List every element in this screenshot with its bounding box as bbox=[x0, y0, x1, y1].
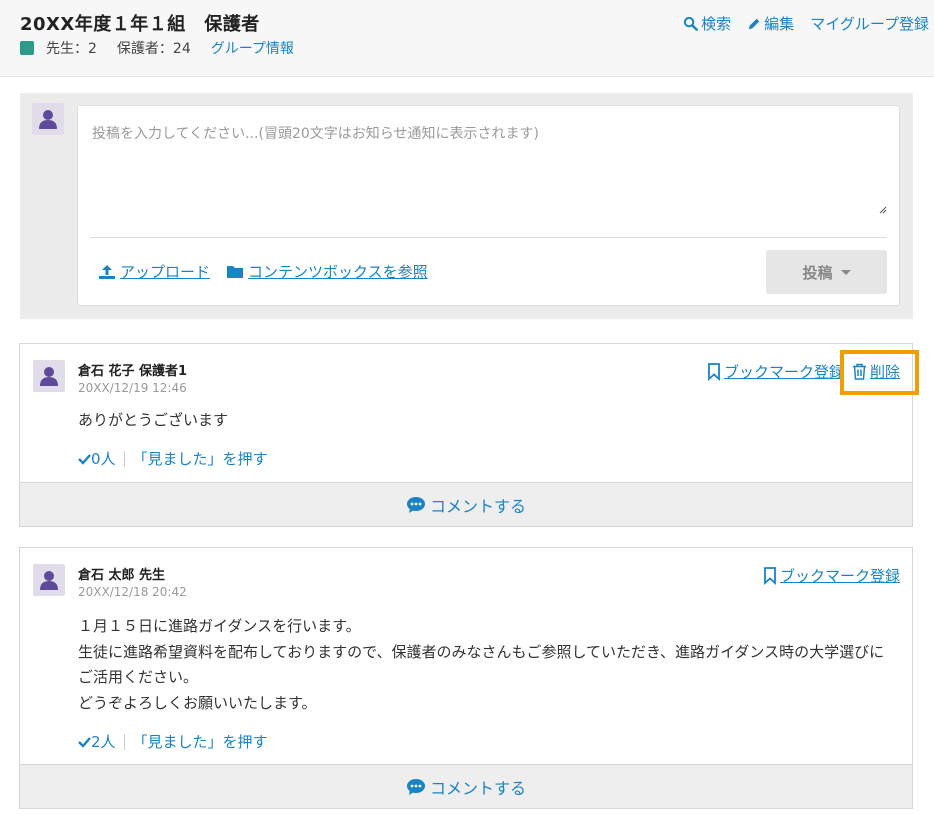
edit-link[interactable]: 編集 bbox=[747, 13, 794, 34]
edit-label: 編集 bbox=[764, 15, 795, 33]
bookmark-icon bbox=[764, 566, 776, 585]
post-author: 倉石 太郎 先生 bbox=[78, 568, 166, 583]
comment-button[interactable]: コメントする bbox=[20, 482, 912, 526]
post-button[interactable]: 投稿 bbox=[766, 250, 887, 294]
bookmark-label: ブックマーク登録 bbox=[779, 567, 900, 585]
user-icon bbox=[40, 571, 58, 590]
user-icon bbox=[40, 367, 58, 386]
speech-bubble-icon bbox=[406, 778, 425, 795]
post-author: 倉石 花子 保護者1 bbox=[78, 364, 188, 379]
post-body: ありがとうございます bbox=[78, 411, 229, 429]
upload-link[interactable]: アップロード bbox=[98, 261, 210, 282]
chevron-down-icon bbox=[840, 269, 851, 275]
post-input[interactable]: 投稿を入力してください...(冒頭20文字はお知らせ通知に表示されます) bbox=[92, 123, 539, 143]
group-title: 20XX年度１年１組 保護者 bbox=[20, 14, 260, 35]
comment-button[interactable]: コメントする bbox=[20, 764, 912, 808]
pencil-icon bbox=[748, 18, 760, 29]
bookmark-link[interactable]: ブックマーク登録 bbox=[707, 361, 844, 382]
seen-count[interactable]: 0人 bbox=[91, 448, 116, 469]
group-info-link[interactable]: グループ情報 bbox=[211, 38, 294, 58]
post-actions: ブックマーク登録 削除 bbox=[707, 350, 920, 395]
post-date: 20XX/12/19 12:46 bbox=[78, 381, 187, 395]
user-icon bbox=[39, 110, 57, 129]
mark-seen-button[interactable]: 「見ました」を押す bbox=[133, 448, 268, 469]
member-summary: 先生：2 保護者：24 グループ情報 bbox=[20, 38, 294, 58]
contents-box-link[interactable]: コンテンツボックスを参照 bbox=[226, 261, 428, 282]
folder-icon bbox=[227, 266, 244, 278]
resize-grip-icon[interactable] bbox=[879, 206, 887, 214]
avatar bbox=[32, 103, 64, 135]
avatar bbox=[33, 360, 65, 392]
post-body: １月１５日に進路ガイダンスを行います。 生徒に進路希望資料を配布しておりますので… bbox=[78, 617, 885, 712]
comment-label: コメントする bbox=[429, 778, 526, 798]
bookmark-label: ブックマーク登録 bbox=[723, 363, 844, 381]
header-actions: 検索 編集 マイグループ登録 bbox=[667, 13, 929, 34]
trash-icon bbox=[852, 363, 866, 380]
delete-link[interactable]: 削除 bbox=[839, 350, 920, 395]
group-header: 20XX年度１年１組 保護者 先生：2 保護者：24 グループ情報 検索 編集 … bbox=[0, 0, 934, 77]
speech-bubble-icon bbox=[406, 496, 425, 513]
post-composer: 投稿を入力してください...(冒頭20文字はお知らせ通知に表示されます) アップ… bbox=[20, 93, 913, 319]
seen-row: 2人 「見ました」を押す bbox=[78, 731, 268, 752]
check-icon bbox=[78, 736, 91, 748]
bookmark-icon bbox=[708, 362, 720, 381]
contents-box-label: コンテンツボックスを参照 bbox=[248, 263, 428, 281]
guardian-count: 保護者：24 bbox=[116, 41, 191, 57]
post-input-box: 投稿を入力してください...(冒頭20文字はお知らせ通知に表示されます) アップ… bbox=[77, 105, 900, 306]
upload-icon bbox=[99, 264, 115, 279]
teacher-count: 先生：2 bbox=[46, 41, 97, 57]
divider bbox=[123, 733, 125, 750]
post-button-label: 投稿 bbox=[802, 263, 833, 282]
post-actions: ブックマーク登録 bbox=[763, 565, 900, 586]
composer-tools: アップロード コンテンツボックスを参照 bbox=[98, 261, 444, 282]
divider bbox=[90, 237, 887, 238]
search-icon bbox=[684, 16, 698, 31]
post-card: 倉石 太郎 先生 20XX/12/18 20:42 ブックマーク登録 １月１５日… bbox=[19, 547, 913, 809]
avatar bbox=[33, 564, 65, 596]
upload-label: アップロード bbox=[120, 263, 211, 281]
search-link[interactable]: 検索 bbox=[683, 13, 731, 34]
check-icon bbox=[78, 453, 91, 465]
bookmark-link[interactable]: ブックマーク登録 bbox=[763, 565, 900, 586]
seen-count[interactable]: 2人 bbox=[91, 731, 116, 752]
comment-label: コメントする bbox=[429, 496, 526, 516]
post-date: 20XX/12/18 20:42 bbox=[78, 585, 187, 599]
search-label: 検索 bbox=[701, 15, 732, 33]
post-card: 倉石 花子 保護者1 20XX/12/19 12:46 ブックマーク登録 削除 … bbox=[19, 343, 920, 527]
my-group-register-link[interactable]: マイグループ登録 bbox=[810, 13, 929, 34]
divider bbox=[123, 450, 125, 467]
group-color-badge bbox=[20, 41, 34, 55]
delete-label: 削除 bbox=[869, 363, 900, 381]
mark-seen-button[interactable]: 「見ました」を押す bbox=[133, 731, 268, 752]
seen-row: 0人 「見ました」を押す bbox=[78, 448, 268, 469]
